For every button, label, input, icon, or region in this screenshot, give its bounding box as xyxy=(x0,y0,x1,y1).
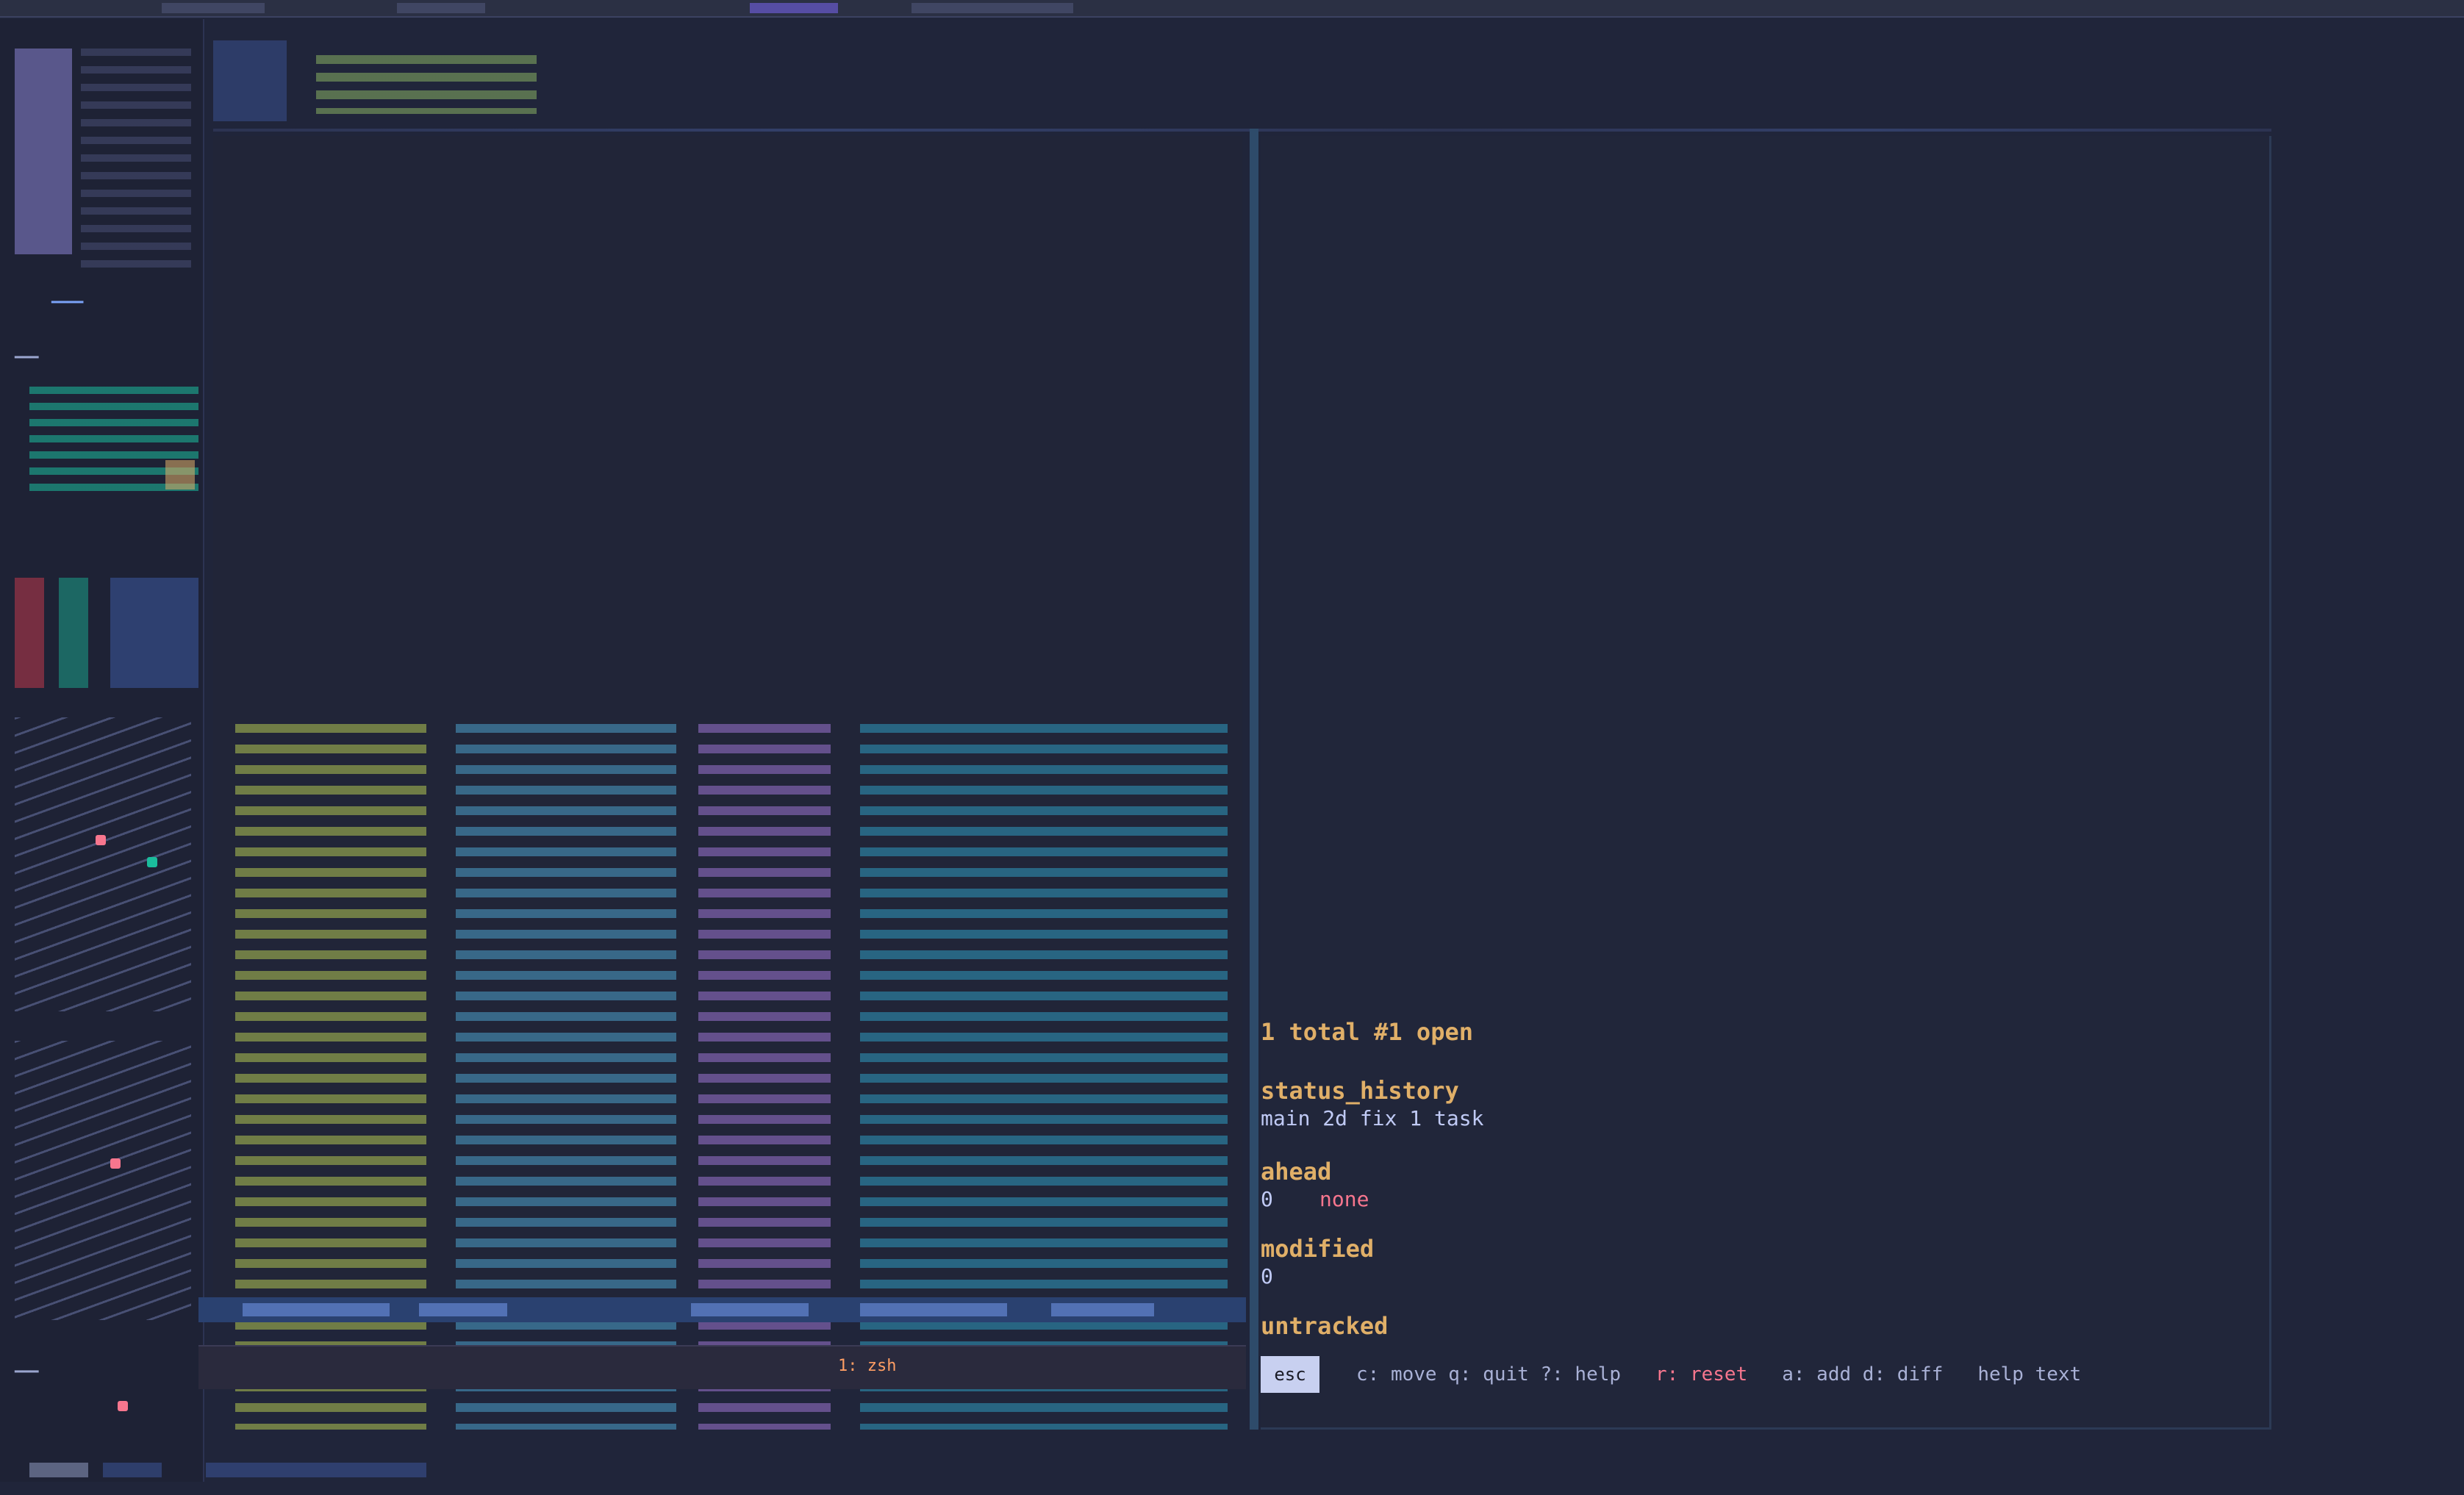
sidebar-diagonal-lines xyxy=(15,717,191,1011)
sidebar-teal-dot xyxy=(147,857,157,867)
column-paths xyxy=(456,724,676,1430)
pane-separator[interactable] xyxy=(1250,129,1258,1430)
menu-segment-active[interactable] xyxy=(750,3,838,13)
sidebar-red-dot xyxy=(118,1401,128,1411)
sidebar-red-strip xyxy=(15,578,44,688)
help-hint-text: c: move q: quit ?: help xyxy=(1356,1363,1622,1385)
help-hints: c: move q: quit ?: help r: reset a: add … xyxy=(1356,1363,2081,1385)
header-blue-block[interactable] xyxy=(213,40,287,121)
column-names xyxy=(235,724,426,1430)
help-hint-end: help text xyxy=(1977,1363,2082,1385)
pane-divider xyxy=(213,129,2271,132)
terminal-header xyxy=(213,40,551,121)
git-status-pane[interactable]: 1 total #1 open status_history main 2d f… xyxy=(1261,136,2271,1430)
sidebar-diagonal-lines xyxy=(15,1041,191,1320)
status-segment xyxy=(419,1303,507,1316)
label-untracked: untracked xyxy=(1261,1312,1389,1340)
column-sizes xyxy=(698,724,831,1430)
command-line[interactable]: 1: zsh xyxy=(198,1345,1246,1389)
label-modified-value: 0 xyxy=(1261,1264,1273,1288)
file-list-pane[interactable] xyxy=(213,136,1242,1430)
label-modified: modified xyxy=(1261,1235,1375,1263)
help-hint-tail: a: add d: diff xyxy=(1782,1363,1944,1385)
bottom-segment xyxy=(29,1463,88,1477)
menu-segment[interactable] xyxy=(397,3,485,13)
sidebar-bar xyxy=(15,49,72,254)
sidebar-teal-strip xyxy=(59,578,88,688)
bottom-segment xyxy=(103,1463,162,1477)
sidebar-label: ━━━ xyxy=(15,1364,39,1380)
bottom-segment xyxy=(206,1463,426,1477)
status-segment xyxy=(1051,1303,1154,1316)
top-menu-bar xyxy=(0,0,2464,18)
sidebar-badge[interactable]: ━━━━ xyxy=(51,295,83,310)
help-hint-reset: r: reset xyxy=(1655,1363,1748,1385)
status-value: main 2d fix 1 task xyxy=(1261,1106,1484,1130)
pane-header-line: 1 total #1 open xyxy=(1261,1018,1473,1046)
command-prompt: 1: zsh xyxy=(838,1357,897,1375)
status-bar xyxy=(198,1297,1246,1322)
sidebar-blue-strip xyxy=(110,578,198,688)
escape-button[interactable]: esc xyxy=(1261,1356,1319,1393)
sidebar-list xyxy=(81,49,191,269)
menu-segment[interactable] xyxy=(162,3,265,13)
label-ahead-badge: none xyxy=(1319,1187,1369,1211)
column-details xyxy=(860,724,1228,1430)
label-ahead: ahead xyxy=(1261,1158,1332,1186)
header-green-text xyxy=(316,55,537,114)
status-segment xyxy=(243,1303,390,1316)
status-segment xyxy=(860,1303,1007,1316)
status-segment xyxy=(691,1303,809,1316)
left-sidebar: ━━━━ ━━━ ━━━ xyxy=(0,19,204,1482)
sidebar-red-dot xyxy=(110,1158,121,1169)
label-ahead-value: 0 xyxy=(1261,1187,1273,1211)
menu-segment[interactable] xyxy=(912,3,1073,13)
sidebar-label: ━━━ xyxy=(15,350,39,365)
sidebar-red-dot xyxy=(96,835,106,845)
sidebar-orange-marker xyxy=(165,460,195,490)
status-title: status_history xyxy=(1261,1077,1459,1105)
bottom-left-bar xyxy=(0,1455,441,1485)
